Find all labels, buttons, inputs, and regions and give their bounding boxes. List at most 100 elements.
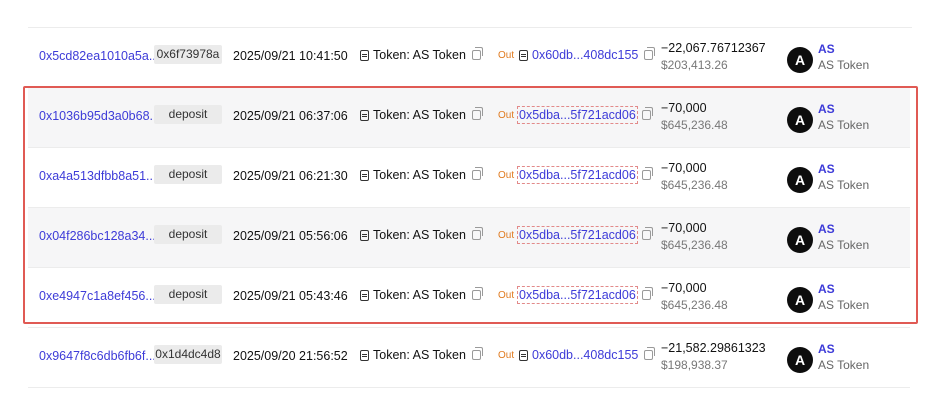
contract-icon	[519, 349, 528, 361]
token-avatar: A	[787, 107, 813, 133]
direction-out-label: Out	[498, 110, 515, 121]
to-address-link[interactable]: 0x5dba...5f721acd06	[517, 166, 638, 184]
direction-out-label: Out	[498, 170, 515, 181]
contract-icon	[360, 109, 369, 121]
tx-time: 2025/09/21 05:43:46	[233, 289, 348, 303]
token-contract-label: Token: AS Token	[373, 168, 466, 182]
to-address-link[interactable]: 0x5dba...5f721acd06	[517, 106, 638, 124]
token-contract-label: Token: AS Token	[373, 348, 466, 362]
copy-icon[interactable]	[471, 47, 483, 60]
tx-time: 2025/09/21 06:37:06	[233, 109, 348, 123]
to-address-link[interactable]: 0x5dba...5f721acd06	[517, 286, 638, 304]
tx-hash-link[interactable]: 0x5cd82ea1010a5a...	[39, 49, 159, 63]
direction-out-label: Out	[498, 50, 515, 61]
copy-icon[interactable]	[641, 227, 653, 240]
copy-icon[interactable]	[644, 347, 656, 360]
token-contract: Token: AS Token	[360, 167, 483, 182]
copy-icon[interactable]	[471, 347, 483, 360]
table-row: 0x9647f8c6db6fb6f... 0x1d4dc4d8 2025/09/…	[28, 328, 910, 388]
tx-hash-link[interactable]: 0x9647f8c6db6fb6f...	[39, 349, 156, 363]
token-avatar: A	[787, 347, 813, 373]
token-symbol-link[interactable]: AS	[818, 342, 835, 356]
token-symbol-link[interactable]: AS	[818, 42, 835, 56]
direction-out-label: Out	[498, 230, 515, 241]
method-badge: deposit	[154, 285, 222, 304]
token-amount: −70,000	[661, 221, 707, 235]
to-address-link[interactable]: 0x60db...408dc155	[532, 48, 638, 62]
table-row: 0x04f286bc128a34... deposit 2025/09/21 0…	[28, 208, 910, 268]
tx-time: 2025/09/21 05:56:06	[233, 229, 348, 243]
row-divider	[28, 387, 910, 388]
method-badge: deposit	[154, 105, 222, 124]
copy-icon[interactable]	[641, 287, 653, 300]
token-symbol-link[interactable]: AS	[818, 162, 835, 176]
method-badge: deposit	[154, 225, 222, 244]
token-avatar: A	[787, 47, 813, 73]
tx-hash-link[interactable]: 0x04f286bc128a34...	[39, 229, 156, 243]
to-address: 0x5dba...5f721acd06	[517, 286, 653, 304]
token-name: AS Token	[818, 298, 870, 312]
copy-icon[interactable]	[471, 287, 483, 300]
contract-icon	[519, 49, 528, 61]
token-name: AS Token	[818, 178, 870, 192]
usd-value: $203,413.26	[661, 58, 728, 72]
token-symbol-link[interactable]: AS	[818, 102, 835, 116]
token-amount: −70,000	[661, 161, 707, 175]
contract-icon	[360, 49, 369, 61]
copy-icon[interactable]	[471, 107, 483, 120]
token-name: AS Token	[818, 358, 870, 372]
usd-value: $645,236.48	[661, 238, 728, 252]
copy-icon[interactable]	[471, 227, 483, 240]
method-badge: 0x1d4dc4d8	[154, 345, 222, 364]
table-row: 0xa4a513dfbb8a51... deposit 2025/09/21 0…	[28, 148, 910, 208]
token-contract-label: Token: AS Token	[373, 288, 466, 302]
token-contract: Token: AS Token	[360, 287, 483, 302]
method-badge: deposit	[154, 165, 222, 184]
contract-icon	[360, 289, 369, 301]
token-contract: Token: AS Token	[360, 347, 483, 362]
token-avatar: A	[787, 287, 813, 313]
tx-hash-link[interactable]: 0xa4a513dfbb8a51...	[39, 169, 156, 183]
token-contract: Token: AS Token	[360, 227, 483, 242]
direction-out-label: Out	[498, 290, 515, 301]
table-row: 0x5cd82ea1010a5a... 0x6f73978a 2025/09/2…	[28, 28, 910, 88]
token-contract-label: Token: AS Token	[373, 108, 466, 122]
method-badge: 0x6f73978a	[154, 45, 222, 64]
token-avatar: A	[787, 227, 813, 253]
token-amount: −22,067.76712367	[661, 41, 766, 55]
token-name: AS Token	[818, 58, 870, 72]
token-contract-label: Token: AS Token	[373, 48, 466, 62]
copy-icon[interactable]	[471, 167, 483, 180]
to-address-link[interactable]: 0x60db...408dc155	[532, 348, 638, 362]
token-avatar: A	[787, 167, 813, 193]
token-amount: −21,582.29861323	[661, 341, 766, 355]
copy-icon[interactable]	[641, 167, 653, 180]
token-name: AS Token	[818, 118, 870, 132]
tx-hash-link[interactable]: 0x1036b95d3a0b68...	[39, 109, 160, 123]
to-address: 0x5dba...5f721acd06	[517, 106, 653, 124]
to-address-link[interactable]: 0x5dba...5f721acd06	[517, 226, 638, 244]
token-amount: −70,000	[661, 281, 707, 295]
usd-value: $198,938.37	[661, 358, 728, 372]
usd-value: $645,236.48	[661, 178, 728, 192]
usd-value: $645,236.48	[661, 298, 728, 312]
token-name: AS Token	[818, 238, 870, 252]
direction-out-label: Out	[498, 350, 515, 361]
contract-icon	[360, 349, 369, 361]
copy-icon[interactable]	[644, 47, 656, 60]
token-contract-label: Token: AS Token	[373, 228, 466, 242]
to-address: 0x60db...408dc155	[519, 47, 656, 62]
copy-icon[interactable]	[641, 107, 653, 120]
contract-icon	[360, 169, 369, 181]
token-contract: Token: AS Token	[360, 47, 483, 62]
token-symbol-link[interactable]: AS	[818, 222, 835, 236]
table-row: 0x1036b95d3a0b68... deposit 2025/09/21 0…	[28, 88, 910, 148]
tx-hash-link[interactable]: 0xe4947c1a8ef456...	[39, 289, 156, 303]
token-amount: −70,000	[661, 101, 707, 115]
to-address: 0x5dba...5f721acd06	[517, 226, 653, 244]
tx-time: 2025/09/20 21:56:52	[233, 349, 348, 363]
tx-time: 2025/09/21 10:41:50	[233, 49, 348, 63]
contract-icon	[360, 229, 369, 241]
tx-time: 2025/09/21 06:21:30	[233, 169, 348, 183]
token-symbol-link[interactable]: AS	[818, 282, 835, 296]
